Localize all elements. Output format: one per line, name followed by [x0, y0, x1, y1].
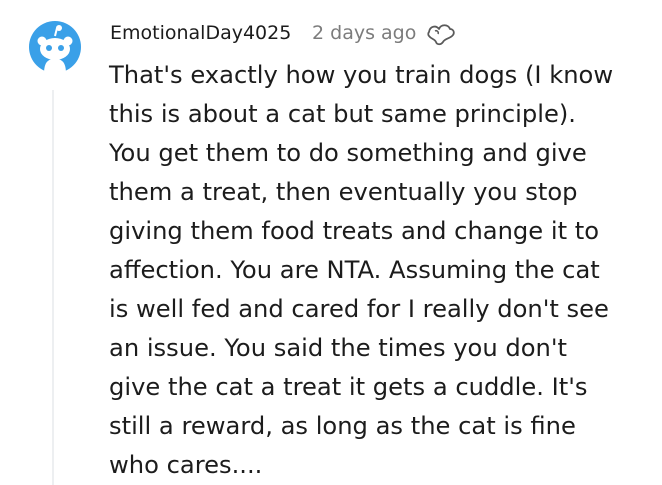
comment-line: is well fed and cared for I really don't…	[109, 295, 609, 323]
comment-line: still a reward, as long as the cat is fi…	[109, 412, 576, 440]
comment-timestamp[interactable]: 2 days ago	[312, 21, 416, 45]
comment-body: That's exactly how you train dogs (I kno…	[109, 56, 649, 485]
comment-line: who cares....	[109, 451, 263, 479]
award-badge-icon[interactable]	[426, 21, 456, 47]
comment-line: an issue. You said the times you don't	[109, 334, 567, 362]
comment-line: You get them to do something and give	[109, 139, 587, 167]
comment-line: this is about a cat but same principle).	[109, 100, 576, 128]
comment-author[interactable]: EmotionalDay4025	[110, 21, 291, 45]
comment-line: That's exactly how you train dogs (I kno…	[109, 61, 614, 89]
snoo-avatar-icon	[29, 21, 81, 74]
thread-line[interactable]	[52, 90, 54, 485]
avatar[interactable]	[28, 20, 82, 74]
comment-line: affection. You are NTA. Assuming the cat	[109, 256, 600, 284]
comment-line: giving them food treats and change it to	[109, 217, 600, 245]
comment-line: give the cat a treat it gets a cuddle. I…	[109, 373, 588, 401]
comment-line: them a treat, then eventually you stop	[109, 178, 578, 206]
